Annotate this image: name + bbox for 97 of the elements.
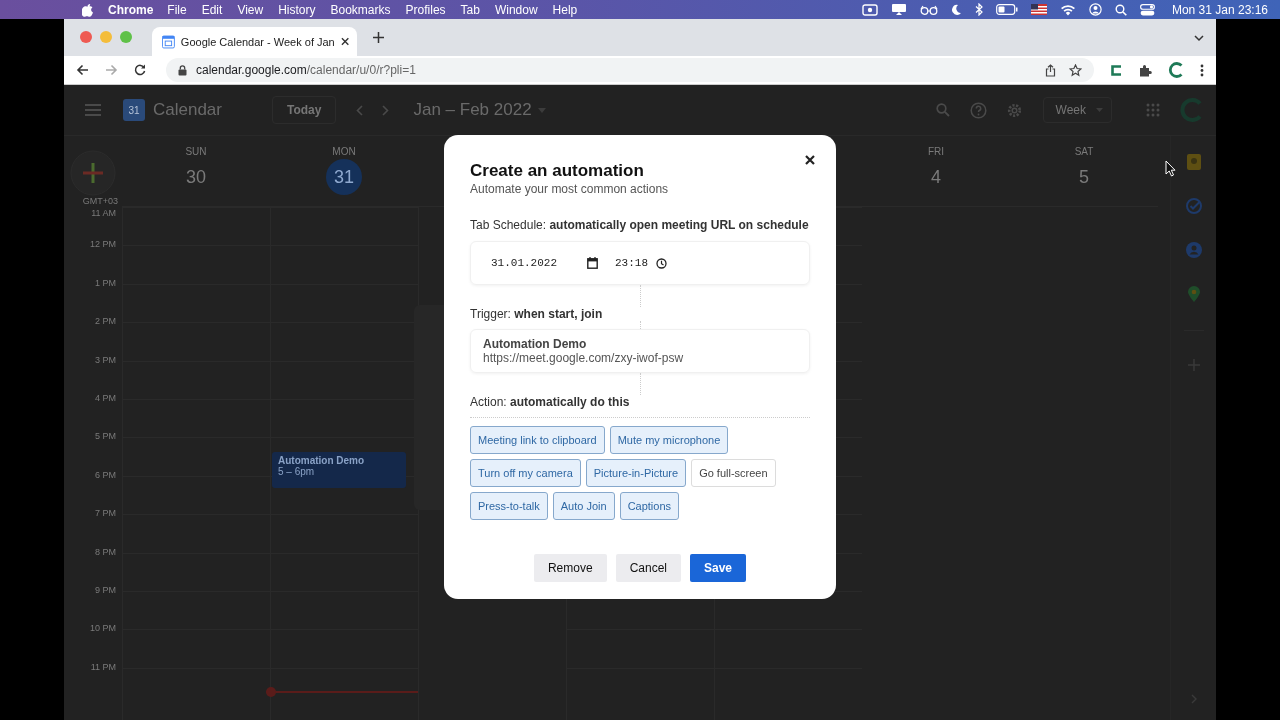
back-icon[interactable] xyxy=(76,64,89,76)
action-label: Action: automatically do this xyxy=(470,395,631,409)
day-number[interactable]: 31 xyxy=(326,159,362,195)
puzzle-icon[interactable] xyxy=(1139,63,1152,77)
search-icon[interactable] xyxy=(1114,3,1127,16)
url-text: calendar.google.com/calendar/u/0/r?pli=1 xyxy=(196,63,416,77)
dialog-title: Create an automation xyxy=(470,161,645,181)
action-chip[interactable]: Meeting link to clipboard xyxy=(470,426,605,454)
meeting-title: Automation Demo xyxy=(483,337,588,351)
meeting-card[interactable]: Automation Demo https://meet.google.com/zxy-iwof-psw xyxy=(470,329,810,373)
calendar-favicon-icon xyxy=(162,34,175,49)
menu-item[interactable]: Help xyxy=(552,2,578,17)
weekday-label: SAT xyxy=(1074,146,1094,157)
day-number[interactable]: 5 xyxy=(1066,159,1102,195)
close-icon[interactable] xyxy=(805,155,815,165)
calendar-logo: 31 xyxy=(123,99,145,121)
action-chip[interactable]: Go full-screen xyxy=(691,459,776,487)
day-number[interactable]: 30 xyxy=(178,159,214,195)
hour-label: 8 PM xyxy=(95,546,116,557)
reload-icon[interactable] xyxy=(134,64,146,76)
dialog-button[interactable]: Remove xyxy=(533,554,607,582)
dialog-subtitle: Automate your most common actions xyxy=(470,182,670,196)
trigger-label: Trigger: when start, join xyxy=(470,307,604,321)
hour-label: 10 PM xyxy=(90,623,116,634)
meeting-url: https://meet.google.com/zxy-iwof-psw xyxy=(483,351,685,365)
save-button[interactable]: Save xyxy=(690,554,747,582)
calendar-icon[interactable] xyxy=(587,257,598,269)
app-menu[interactable]: Chrome xyxy=(108,2,154,17)
lock-icon xyxy=(178,64,187,76)
action-chip[interactable]: Turn off my camera xyxy=(470,459,581,487)
profile-c-icon[interactable] xyxy=(1168,62,1184,78)
new-tab-icon[interactable] xyxy=(373,32,384,43)
star-icon[interactable] xyxy=(1069,63,1082,77)
time-value: 23:18 xyxy=(615,257,649,269)
date-range: Jan – Feb 2022 xyxy=(413,100,532,120)
menu-item[interactable]: Window xyxy=(494,2,538,17)
action-chip[interactable]: Mute my microphone xyxy=(609,426,729,454)
weekday-label: SUN xyxy=(185,146,207,157)
weekday-label: FRI xyxy=(927,146,945,157)
control-center-icon[interactable] xyxy=(1139,3,1155,16)
menu-item[interactable]: File xyxy=(167,2,187,17)
mouse-pointer-icon xyxy=(1165,160,1176,177)
weekday-label: MON xyxy=(332,146,356,157)
action-chip[interactable]: Auto Join xyxy=(552,492,615,520)
datetime-field[interactable]: 31.01.2022 23:18 xyxy=(470,241,810,285)
wifi-icon[interactable] xyxy=(1059,3,1076,16)
hour-label: 4 PM xyxy=(95,392,116,403)
event-time: 5 – 6pm xyxy=(278,466,316,477)
tab-title: Google Calendar - Week of Jan xyxy=(180,35,335,48)
schedule-label: Tab Schedule: automatically open meeting URL on schedule xyxy=(470,218,810,232)
glasses-icon[interactable] xyxy=(919,4,938,15)
close-window-button[interactable] xyxy=(80,30,92,43)
moon-icon[interactable] xyxy=(950,3,962,16)
menu-item[interactable]: Profiles xyxy=(405,2,446,17)
share-icon[interactable] xyxy=(1045,63,1056,77)
bluetooth-icon[interactable] xyxy=(974,3,983,16)
extension-c-icon[interactable] xyxy=(1110,63,1123,77)
timezone-label: GMT+03 xyxy=(82,196,118,206)
app-name: Calendar xyxy=(153,100,222,120)
menu-item[interactable]: History xyxy=(278,2,316,17)
clock-icon[interactable] xyxy=(656,257,668,269)
view-dropdown[interactable]: Week xyxy=(1042,97,1112,123)
hour-label: 11 AM xyxy=(91,208,116,218)
hour-label: 11 PM xyxy=(90,661,116,672)
dialog-button[interactable]: Cancel xyxy=(615,554,681,582)
hour-label: 7 PM xyxy=(95,508,116,519)
hour-label: 6 PM xyxy=(95,469,116,480)
browser-tab[interactable]: Google Calendar - Week of Jan xyxy=(152,27,357,56)
hour-label: 1 PM xyxy=(95,277,116,288)
hour-label: 3 PM xyxy=(95,354,116,365)
date-value: 31.01.2022 xyxy=(491,257,557,269)
action-chip[interactable]: Picture-in-Picture xyxy=(585,459,687,487)
event-title: Automation Demo xyxy=(278,455,366,466)
display-icon[interactable] xyxy=(890,3,907,16)
hour-label: 9 PM xyxy=(95,584,116,595)
flag-icon[interactable] xyxy=(1030,4,1047,15)
more-icon[interactable] xyxy=(1200,63,1204,77)
today-button[interactable]: Today xyxy=(272,96,337,124)
menu-item[interactable]: Tab xyxy=(460,2,480,17)
hour-label: 5 PM xyxy=(95,431,116,442)
close-icon[interactable] xyxy=(340,37,349,46)
hour-label: 12 PM xyxy=(90,239,116,250)
action-chip[interactable]: Press-to-talk xyxy=(470,492,548,520)
address-bar[interactable]: calendar.google.com/calendar/u/0/r?pli=1 xyxy=(166,58,1094,82)
battery-icon[interactable] xyxy=(995,4,1018,15)
event-block[interactable]: Automation Demo 5 – 6pm xyxy=(272,452,406,488)
day-number[interactable]: 4 xyxy=(918,159,954,195)
menu-item[interactable]: Bookmarks xyxy=(330,2,391,17)
menu-item[interactable]: Edit xyxy=(201,2,223,17)
menu-bar-clock[interactable]: Mon 31 Jan 23:16 xyxy=(1171,2,1268,17)
chevron-down-icon[interactable] xyxy=(1194,35,1204,42)
screen-record-icon[interactable] xyxy=(861,3,878,16)
user-icon[interactable] xyxy=(1088,3,1102,16)
apple-logo-icon[interactable] xyxy=(82,2,94,17)
menu-item[interactable]: View xyxy=(237,2,264,17)
action-chip[interactable]: Captions xyxy=(619,492,680,520)
hour-label: 2 PM xyxy=(95,316,116,327)
